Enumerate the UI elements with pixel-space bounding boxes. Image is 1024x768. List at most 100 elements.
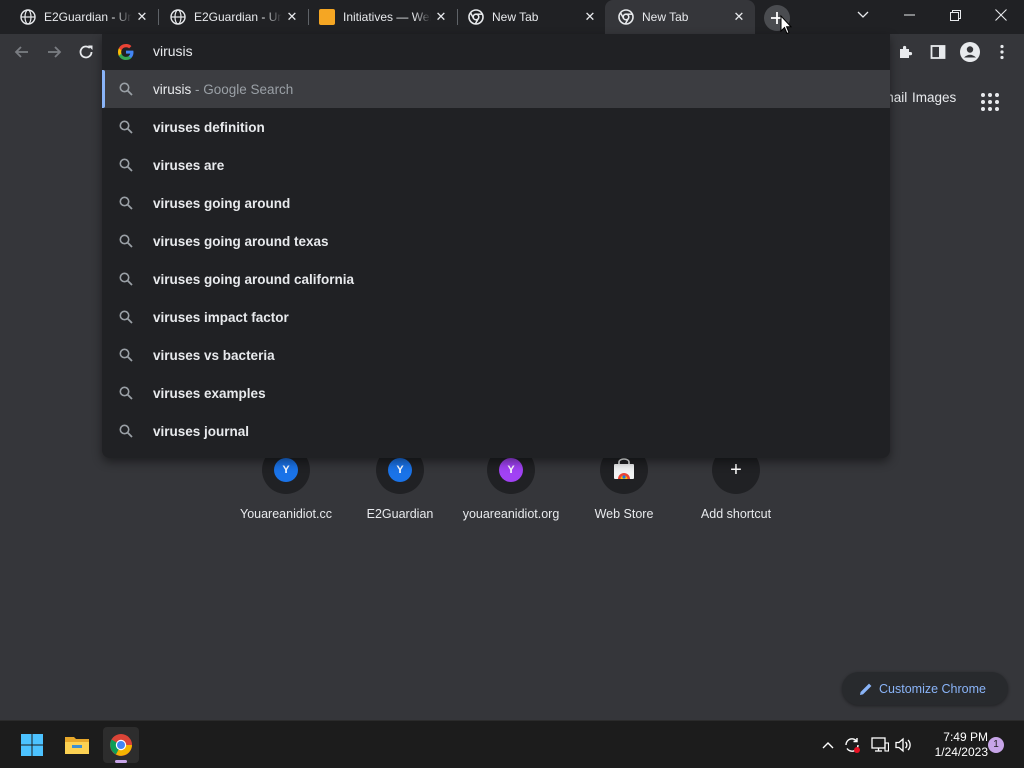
plus-icon: + [730, 459, 742, 481]
suggestion-text: virusis - Google Search [153, 82, 293, 97]
sync-tray-button[interactable] [842, 735, 862, 755]
globe-icon [20, 9, 36, 25]
speaker-icon [895, 737, 911, 753]
close-icon [995, 9, 1007, 21]
mouse-cursor-icon [780, 15, 792, 35]
forward-button[interactable] [42, 40, 66, 64]
globe-icon [170, 9, 186, 25]
search-icon [119, 196, 133, 210]
orange-square-icon [319, 9, 335, 25]
restore-button[interactable] [932, 0, 978, 30]
suggestion-item[interactable]: viruses vs bacteria [102, 336, 890, 374]
close-icon[interactable]: ✕ [284, 9, 300, 25]
suggestion-text: viruses examples [153, 385, 266, 401]
shortcut-badge: Y [388, 458, 412, 482]
reload-button[interactable] [74, 40, 98, 64]
images-link[interactable]: Images [912, 90, 956, 105]
google-g-icon [118, 44, 134, 60]
suggestion-item[interactable]: viruses definition [102, 108, 890, 146]
suggestion-item[interactable]: viruses going around california [102, 260, 890, 298]
suggestion-text: viruses definition [153, 119, 265, 135]
close-icon[interactable]: ✕ [134, 9, 150, 25]
suggestion-item[interactable]: viruses examples [102, 374, 890, 412]
omnibox-input[interactable] [153, 43, 753, 59]
customize-chrome-button[interactable]: Customize Chrome [842, 672, 1008, 705]
show-hidden-icons-button[interactable] [818, 735, 838, 755]
suggestion-query: virusis [153, 81, 192, 97]
sync-icon [845, 738, 860, 753]
suggestion-item[interactable]: viruses going around texas [102, 222, 890, 260]
pencil-icon [860, 683, 872, 695]
side-panel-icon [930, 45, 946, 59]
google-apps-button[interactable] [980, 92, 1000, 112]
clock[interactable]: 7:49 PM 1/24/2023 [918, 730, 988, 760]
chrome-logo-icon [110, 734, 132, 756]
close-icon[interactable]: ✕ [731, 9, 747, 25]
close-icon[interactable]: ✕ [582, 9, 598, 25]
taskbar: 7:49 PM 1/24/2023 1 [0, 720, 1024, 768]
tab-title: E2Guardian - Unable to load [194, 10, 282, 24]
close-window-button[interactable] [978, 0, 1024, 30]
tab-new-tab-1[interactable]: New Tab ✕ [448, 0, 606, 34]
suggestion-item[interactable]: viruses impact factor [102, 298, 890, 336]
menu-button[interactable] [990, 40, 1014, 64]
clock-time: 7:49 PM [943, 730, 988, 744]
suggestion-item[interactable]: viruses are [102, 146, 890, 184]
search-icon [119, 234, 133, 248]
suggestion-item[interactable]: viruses journal [102, 412, 890, 450]
volume-tray-button[interactable] [894, 735, 914, 755]
tab-e2guardian-1[interactable]: E2Guardian - Unable to load ✕ [0, 0, 158, 34]
shortcut-web-store[interactable]: Web Store [568, 446, 680, 536]
shortcut-label: Add shortcut [700, 507, 772, 521]
search-icon [119, 158, 133, 172]
minimize-button[interactable] [886, 0, 932, 30]
back-button[interactable] [10, 40, 34, 64]
side-panel-button[interactable] [926, 40, 950, 64]
suggestion-text: viruses vs bacteria [153, 347, 275, 363]
chevron-up-icon [822, 742, 834, 749]
shortcut-label: Web Store [594, 507, 654, 521]
add-shortcut-button[interactable]: + Add shortcut [680, 446, 792, 536]
tab-new-tab-active[interactable]: New Tab ✕ [605, 0, 755, 34]
arrow-left-icon [14, 46, 28, 58]
puzzle-icon [900, 45, 913, 58]
network-tray-button[interactable] [870, 735, 890, 755]
omnibox[interactable] [102, 34, 890, 70]
tab-title: New Tab [492, 10, 539, 24]
suggestion-text: viruses going around [153, 195, 291, 211]
suggestion-item[interactable]: virusis - Google Search [102, 70, 890, 108]
suggestion-text: viruses impact factor [153, 309, 289, 325]
close-icon[interactable]: ✕ [433, 9, 449, 25]
tab-e2guardian-2[interactable]: E2Guardian - Unable to load ✕ [150, 0, 308, 34]
profile-button[interactable] [958, 40, 982, 64]
shortcut-youareanidiot-cc[interactable]: Y Youareanidiot.cc [230, 446, 342, 536]
chrome-taskbar-button[interactable] [103, 727, 139, 763]
shortcut-label: Youareanidiot.cc [240, 507, 332, 521]
search-icon [119, 424, 133, 438]
profile-icon [960, 42, 980, 62]
shortcut-e2guardian[interactable]: Y E2Guardian [344, 446, 456, 536]
suggestion-item[interactable]: viruses going around [102, 184, 890, 222]
customize-chrome-label: Customize Chrome [879, 681, 986, 696]
chrome-icon [468, 9, 484, 25]
shortcut-badge: Y [274, 458, 298, 482]
active-app-indicator [115, 760, 127, 763]
tab-title: New Tab [642, 10, 689, 24]
omnibox-popup: virusis - Google Search viruses definiti… [102, 34, 890, 458]
arrow-right-icon [48, 46, 62, 58]
search-icon [119, 120, 133, 134]
chrome-icon [618, 9, 634, 25]
start-button[interactable] [14, 727, 50, 763]
extensions-button[interactable] [894, 40, 918, 64]
tab-search-button[interactable] [840, 0, 886, 30]
search-icon [119, 348, 133, 362]
network-icon [871, 737, 889, 752]
file-explorer-button[interactable] [59, 727, 95, 763]
shortcut-badge: Y [499, 458, 523, 482]
shortcut-youareanidiot-org[interactable]: Y youareanidiot.org [455, 446, 567, 536]
notification-badge[interactable]: 1 [988, 737, 1004, 753]
search-icon [119, 82, 133, 96]
suggestion-text: viruses are [153, 157, 225, 173]
tab-initiatives[interactable]: Initiatives — Web ✕ [299, 0, 457, 34]
search-icon [119, 386, 133, 400]
